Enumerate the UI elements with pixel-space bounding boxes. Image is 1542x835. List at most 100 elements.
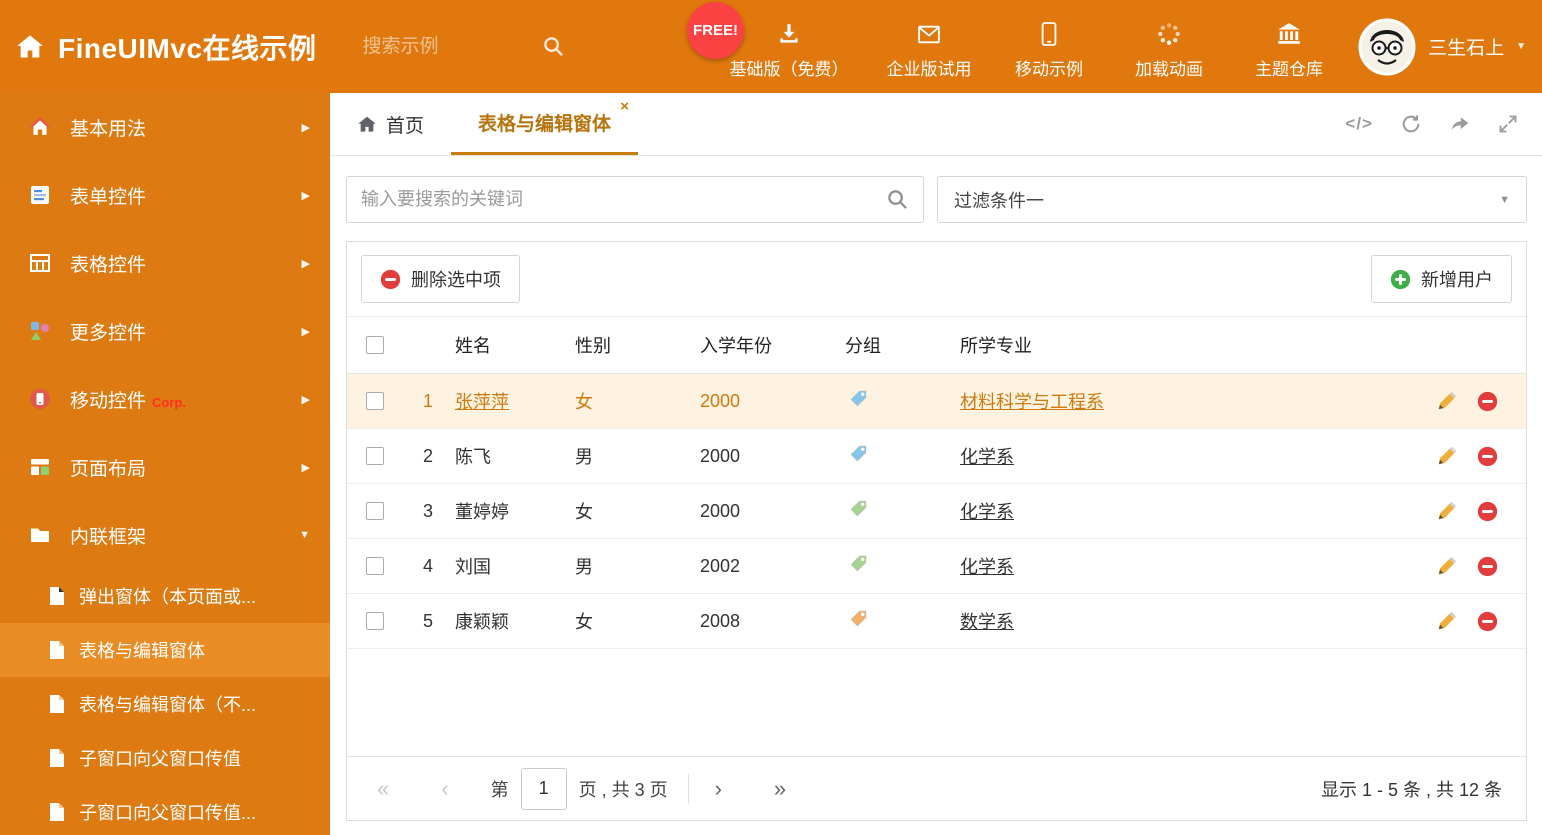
sidebar-subitem-label: 弹出窗体（本页面或... [79,587,257,607]
tab-home[interactable]: 首页 [330,93,451,155]
row-checkbox[interactable] [366,392,384,410]
search-icon[interactable] [542,35,565,58]
sidebar-subitem-child-to-parent[interactable]: 子窗口向父窗口传值 [0,731,330,785]
row-checkbox[interactable] [366,557,384,575]
nav-label: 基础版（免费） [729,60,849,79]
table-row[interactable]: 5 康颖颖 女 2008 数学系 [347,594,1526,649]
view-source-icon[interactable]: </> [1345,114,1373,134]
tag-icon [850,500,867,517]
year-cell: 2002 [700,555,741,576]
sidebar: 基本用法 ▶ 表单控件 ▶ 表格控件 ▶ 更多控件 ▶ 移动控件 Corp. ▶ [0,93,330,835]
student-name[interactable]: 张萍萍 [455,392,509,412]
col-group: 分组 [845,336,881,356]
nav-label: 主题仓库 [1255,60,1323,79]
user-menu[interactable]: 三生石上 ▼ [1358,0,1526,93]
share-icon[interactable] [1449,114,1471,134]
add-user-button[interactable]: 新增用户 [1371,255,1512,303]
pencil-icon [1438,391,1457,410]
student-name: 陈飞 [455,447,491,467]
search-icon[interactable] [886,188,909,211]
delete-row-button[interactable] [1477,611,1498,632]
delete-row-button[interactable] [1477,391,1498,412]
edit-row-button[interactable] [1437,391,1457,411]
close-icon[interactable]: × [620,99,629,114]
keyword-search-input[interactable] [361,189,886,210]
sidebar-item-form-controls[interactable]: 表单控件 ▶ [0,161,330,229]
sidebar-item-basic-usage[interactable]: 基本用法 ▶ [0,93,330,161]
bank-icon [1278,23,1300,44]
sidebar-item-more-controls[interactable]: 更多控件 ▶ [0,297,330,365]
sidebar-item-mobile-controls[interactable]: 移动控件 Corp. ▶ [0,365,330,433]
major-link[interactable]: 数学系 [960,612,1014,632]
brand[interactable]: FineUIMvc在线示例 [0,27,317,67]
major-link[interactable]: 化学系 [960,502,1014,522]
tab-bar: 首页 表格与编辑窗体 × </> [330,93,1542,156]
nav-enterprise-trial[interactable]: 企业版试用 [874,14,984,80]
refresh-icon[interactable] [1400,113,1422,135]
row-checkbox[interactable] [366,502,384,520]
nav-label: 移动示例 [1015,60,1083,79]
table-icon [26,251,54,275]
pagination-bar: « ‹ 第 页 , 共 3 页 › » 显示 1 - 5 条 , 共 12 条 [347,756,1526,820]
col-major: 所学专业 [960,336,1032,356]
nav-loading-animation[interactable]: 加载动画 [1114,13,1224,80]
sidebar-subitem-child-to-parent-2[interactable]: 子窗口向父窗口传值... [0,785,330,835]
last-page-button[interactable]: » [774,777,786,800]
grid-panel: 删除选中项 新增用户 姓名 性别 入学年份 分组 所学专业 1 张萍萍 女 20… [346,241,1527,821]
student-name: 董婷婷 [455,502,509,522]
gender-cell: 男 [575,557,593,577]
sidebar-item-page-layout[interactable]: 页面布局 ▶ [0,433,330,501]
gender-cell: 女 [575,502,593,522]
sidebar-subitem-grid-edit-window-2[interactable]: 表格与编辑窗体（不... [0,677,330,731]
nav-mobile-demo[interactable]: 移动示例 [994,13,1104,80]
nav-label: 企业版试用 [886,59,972,79]
grid-toolbar: 删除选中项 新增用户 [347,242,1526,316]
maximize-icon[interactable] [1498,114,1518,134]
delete-selected-button[interactable]: 删除选中项 [361,255,520,303]
sidebar-subitem-grid-edit-window[interactable]: 表格与编辑窗体 [0,623,330,677]
first-page-button[interactable]: « [377,777,389,800]
major-link[interactable]: 化学系 [960,447,1014,467]
delete-row-button[interactable] [1477,556,1498,577]
major-link[interactable]: 材料科学与工程系 [960,392,1104,412]
table-row[interactable]: 3 董婷婷 女 2000 化学系 [347,484,1526,539]
table-row[interactable]: 4 刘国 男 2002 化学系 [347,539,1526,594]
select-all-checkbox[interactable] [366,336,384,354]
tab-grid-edit-window[interactable]: 表格与编辑窗体 × [451,93,639,155]
table-row[interactable]: 1 张萍萍 女 2000 材料科学与工程系 [347,374,1526,429]
home-logo-icon [17,34,43,57]
group-cell [843,499,958,523]
sidebar-item-label: 更多控件 [70,322,147,344]
col-year: 入学年份 [700,336,772,356]
next-page-button[interactable]: › [715,777,722,800]
page-number-input[interactable] [520,767,567,810]
sidebar-item-label: 表单控件 [70,186,147,208]
avatar [1358,18,1416,75]
edit-row-button[interactable] [1437,611,1457,631]
major-link[interactable]: 化学系 [960,557,1014,577]
nav-theme-store[interactable]: 主题仓库 [1234,13,1344,80]
prev-page-button[interactable]: ‹ [441,777,448,800]
file-icon [50,749,64,767]
edit-row-button[interactable] [1437,446,1457,466]
header-search-input[interactable] [362,35,528,58]
arrow-right-icon: ▶ [301,189,310,202]
arrow-right-icon: ▶ [301,121,310,134]
edit-row-button[interactable] [1437,556,1457,576]
tag-icon [850,555,867,572]
row-index: 5 [422,610,433,631]
sidebar-item-grid-controls[interactable]: 表格控件 ▶ [0,229,330,297]
row-checkbox[interactable] [366,612,384,630]
delete-row-button[interactable] [1477,501,1498,522]
table-row[interactable]: 2 陈飞 男 2000 化学系 [347,429,1526,484]
row-checkbox[interactable] [366,447,384,465]
pencil-icon [1438,556,1457,575]
minus-circle-icon [1477,446,1498,466]
sidebar-item-inline-frame[interactable]: 内联框架 ▼ [0,501,330,569]
filter-dropdown[interactable]: 过滤条件一 ▼ [937,176,1527,223]
delete-row-button[interactable] [1477,446,1498,467]
sidebar-subitem-label: 子窗口向父窗口传值 [79,749,241,769]
edit-row-button[interactable] [1437,501,1457,521]
file-icon [50,641,64,659]
sidebar-subitem-popup-window[interactable]: 弹出窗体（本页面或... [0,569,330,623]
